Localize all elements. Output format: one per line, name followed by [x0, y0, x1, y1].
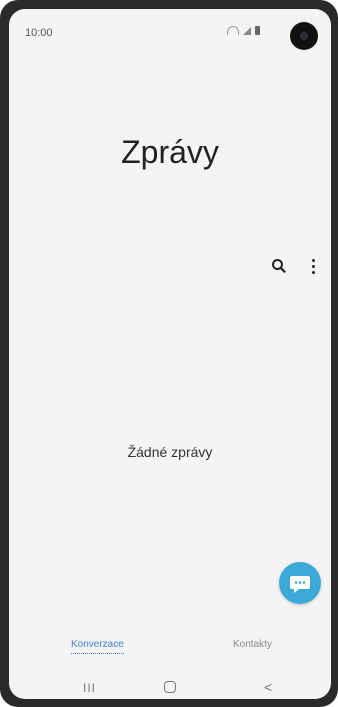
back-icon[interactable]: <	[264, 679, 272, 695]
page-title: Zprávy	[121, 134, 219, 170]
battery-icon	[255, 26, 260, 35]
status-bar: 10:00	[9, 9, 331, 43]
camera-cutout	[290, 22, 318, 50]
search-button[interactable]	[271, 257, 287, 275]
wifi-icon	[227, 26, 239, 35]
phone-frame: 10:00 Zprávy Žádné zprávy Konverzace Kon…	[0, 0, 338, 707]
signal-icon	[243, 26, 251, 35]
new-message-icon	[290, 576, 310, 593]
tab-contacts[interactable]: Kontakty	[233, 639, 272, 650]
tab-conversations[interactable]: Konverzace	[71, 639, 124, 654]
search-icon	[272, 259, 286, 273]
system-nav-bar: III <	[9, 679, 331, 699]
more-options-button[interactable]	[305, 257, 321, 275]
empty-state-message: Žádné zprávy	[127, 444, 213, 460]
new-message-button[interactable]	[279, 562, 321, 604]
recent-apps-icon[interactable]: III	[83, 681, 96, 695]
toolbar	[271, 257, 321, 275]
home-icon[interactable]	[164, 681, 176, 693]
screen: 10:00 Zprávy Žádné zprávy Konverzace Kon…	[9, 9, 331, 699]
bottom-tabs: Konverzace Kontakty	[9, 639, 331, 661]
status-icons	[227, 26, 260, 35]
status-time: 10:00	[25, 27, 53, 39]
